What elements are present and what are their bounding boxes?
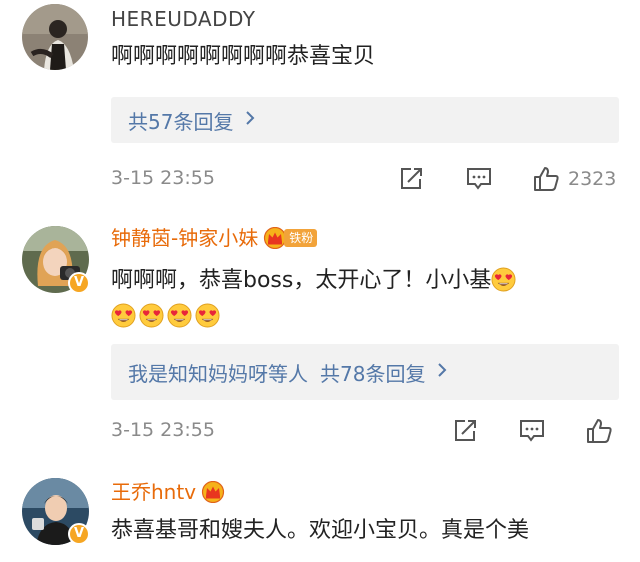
meta-row: 3-15 23:55 [111,416,619,446]
reply-summary-link[interactable]: 我是知知妈妈呀等人 共78条回复 [111,344,619,400]
comment-icon[interactable] [465,164,493,194]
username-row: 钟静茵-钟家小妹 铁粉 [111,226,318,250]
comment-icon[interactable] [518,416,546,446]
comment-item: V 王乔hntv 恭喜基哥和嫂夫人。欢迎小宝贝。真是个美 [0,468,640,562]
chevron-right-icon [245,110,255,131]
heart-eyes-emoji [195,303,220,328]
username[interactable]: 王乔hntv [111,480,196,504]
heart-eyes-emoji [111,303,136,328]
like-button[interactable]: 2323 [532,164,616,194]
like-count: 2323 [568,168,617,190]
comment-text-body: 啊啊啊，恭喜boss，太开心了！小小基 [111,268,492,293]
comment-item: HEREUDADDY 啊啊啊啊啊啊啊啊恭喜宝贝 共57条回复 3-15 23:5… [0,0,640,210]
like-icon[interactable] [585,416,613,446]
heart-eyes-emoji [491,267,516,292]
heart-eyes-emoji [167,303,192,328]
verified-badge-icon: V [68,523,90,545]
comment-item: V 钟静茵-钟家小妹 铁粉 啊啊啊，恭喜boss，太开心了！小小基 我是知知妈妈… [0,210,640,468]
crown-icon [201,481,225,503]
meta-row: 3-15 23:55 2323 [111,164,619,194]
username[interactable]: HEREUDADDY [111,7,256,31]
comment-text: 啊啊啊，恭喜boss，太开心了！小小基 [111,266,631,296]
share-icon[interactable] [398,164,424,194]
timestamp: 3-15 23:55 [111,167,215,189]
comment-text: 啊啊啊啊啊啊啊啊恭喜宝贝 [111,44,376,69]
emoji-row [111,303,220,328]
comment-text: 恭喜基哥和嫂夫人。欢迎小宝贝。真是个美 [111,518,530,543]
reply-count: 共57条回复 [128,109,234,134]
reply-summary-link[interactable]: 共57条回复 [111,97,619,143]
username[interactable]: 钟静茵-钟家小妹 [111,226,258,250]
avatar[interactable] [22,4,88,70]
chevron-right-icon [437,362,447,383]
fan-badge-label: 铁粉 [284,229,318,247]
reply-count: 共78条回复 [320,361,426,386]
username-row: HEREUDADDY [111,7,256,31]
reply-participants: 我是知知妈妈呀等人 [128,361,308,386]
heart-eyes-emoji [139,303,164,328]
timestamp: 3-15 23:55 [111,419,215,441]
share-icon[interactable] [452,416,478,446]
username-row: 王乔hntv [111,480,225,504]
verified-badge-icon: V [68,272,90,294]
like-icon [532,165,560,193]
fan-badge: 铁粉 [263,227,318,249]
crown-badge [201,481,225,503]
